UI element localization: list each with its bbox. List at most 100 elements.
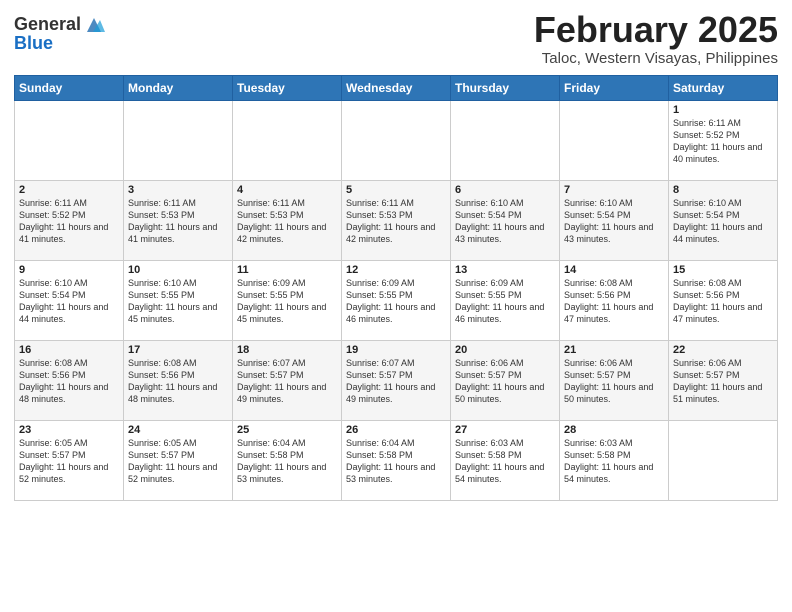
day-number: 25: [237, 424, 337, 436]
day-number: 17: [128, 344, 228, 356]
day-number: 20: [455, 344, 555, 356]
day-number: 24: [128, 424, 228, 436]
weekday-header-friday: Friday: [560, 75, 669, 100]
weekday-header-monday: Monday: [124, 75, 233, 100]
weekday-header-wednesday: Wednesday: [342, 75, 451, 100]
day-number: 18: [237, 344, 337, 356]
day-info: Sunrise: 6:10 AM Sunset: 5:55 PM Dayligh…: [128, 277, 228, 326]
day-cell: 28Sunrise: 6:03 AM Sunset: 5:58 PM Dayli…: [560, 420, 669, 500]
day-number: 3: [128, 184, 228, 196]
day-number: 13: [455, 264, 555, 276]
day-cell: [560, 100, 669, 180]
day-cell: 10Sunrise: 6:10 AM Sunset: 5:55 PM Dayli…: [124, 260, 233, 340]
day-info: Sunrise: 6:11 AM Sunset: 5:53 PM Dayligh…: [346, 197, 446, 246]
day-info: Sunrise: 6:08 AM Sunset: 5:56 PM Dayligh…: [19, 357, 119, 406]
weekday-header-tuesday: Tuesday: [233, 75, 342, 100]
day-number: 28: [564, 424, 664, 436]
day-info: Sunrise: 6:11 AM Sunset: 5:53 PM Dayligh…: [128, 197, 228, 246]
day-info: Sunrise: 6:10 AM Sunset: 5:54 PM Dayligh…: [564, 197, 664, 246]
day-info: Sunrise: 6:06 AM Sunset: 5:57 PM Dayligh…: [673, 357, 773, 406]
weekday-header-thursday: Thursday: [451, 75, 560, 100]
day-number: 27: [455, 424, 555, 436]
day-number: 2: [19, 184, 119, 196]
day-info: Sunrise: 6:09 AM Sunset: 5:55 PM Dayligh…: [346, 277, 446, 326]
day-info: Sunrise: 6:03 AM Sunset: 5:58 PM Dayligh…: [564, 437, 664, 486]
day-cell: 17Sunrise: 6:08 AM Sunset: 5:56 PM Dayli…: [124, 340, 233, 420]
logo-general-text: General: [14, 15, 81, 35]
day-cell: 9Sunrise: 6:10 AM Sunset: 5:54 PM Daylig…: [15, 260, 124, 340]
day-cell: 20Sunrise: 6:06 AM Sunset: 5:57 PM Dayli…: [451, 340, 560, 420]
logo-blue-text: Blue: [14, 34, 105, 54]
week-row-4: 16Sunrise: 6:08 AM Sunset: 5:56 PM Dayli…: [15, 340, 778, 420]
day-number: 16: [19, 344, 119, 356]
day-cell: 8Sunrise: 6:10 AM Sunset: 5:54 PM Daylig…: [669, 180, 778, 260]
day-cell: 23Sunrise: 6:05 AM Sunset: 5:57 PM Dayli…: [15, 420, 124, 500]
day-cell: 24Sunrise: 6:05 AM Sunset: 5:57 PM Dayli…: [124, 420, 233, 500]
day-number: 11: [237, 264, 337, 276]
page: General Blue February 2025 Taloc, Wester…: [0, 0, 792, 612]
day-info: Sunrise: 6:08 AM Sunset: 5:56 PM Dayligh…: [564, 277, 664, 326]
day-cell: 5Sunrise: 6:11 AM Sunset: 5:53 PM Daylig…: [342, 180, 451, 260]
day-cell: 21Sunrise: 6:06 AM Sunset: 5:57 PM Dayli…: [560, 340, 669, 420]
day-cell: [124, 100, 233, 180]
day-cell: 2Sunrise: 6:11 AM Sunset: 5:52 PM Daylig…: [15, 180, 124, 260]
day-number: 26: [346, 424, 446, 436]
day-cell: [451, 100, 560, 180]
weekday-header-saturday: Saturday: [669, 75, 778, 100]
month-title: February 2025: [534, 10, 778, 50]
week-row-3: 9Sunrise: 6:10 AM Sunset: 5:54 PM Daylig…: [15, 260, 778, 340]
day-number: 12: [346, 264, 446, 276]
day-cell: 26Sunrise: 6:04 AM Sunset: 5:58 PM Dayli…: [342, 420, 451, 500]
week-row-5: 23Sunrise: 6:05 AM Sunset: 5:57 PM Dayli…: [15, 420, 778, 500]
day-info: Sunrise: 6:06 AM Sunset: 5:57 PM Dayligh…: [564, 357, 664, 406]
day-cell: 18Sunrise: 6:07 AM Sunset: 5:57 PM Dayli…: [233, 340, 342, 420]
day-number: 22: [673, 344, 773, 356]
day-info: Sunrise: 6:07 AM Sunset: 5:57 PM Dayligh…: [346, 357, 446, 406]
day-info: Sunrise: 6:04 AM Sunset: 5:58 PM Dayligh…: [346, 437, 446, 486]
day-number: 10: [128, 264, 228, 276]
day-cell: 27Sunrise: 6:03 AM Sunset: 5:58 PM Dayli…: [451, 420, 560, 500]
day-info: Sunrise: 6:10 AM Sunset: 5:54 PM Dayligh…: [455, 197, 555, 246]
day-number: 4: [237, 184, 337, 196]
day-number: 19: [346, 344, 446, 356]
day-number: 21: [564, 344, 664, 356]
day-number: 9: [19, 264, 119, 276]
day-info: Sunrise: 6:10 AM Sunset: 5:54 PM Dayligh…: [19, 277, 119, 326]
day-info: Sunrise: 6:04 AM Sunset: 5:58 PM Dayligh…: [237, 437, 337, 486]
weekday-header-row: SundayMondayTuesdayWednesdayThursdayFrid…: [15, 75, 778, 100]
title-area: February 2025 Taloc, Western Visayas, Ph…: [534, 10, 778, 67]
weekday-header-sunday: Sunday: [15, 75, 124, 100]
day-cell: 15Sunrise: 6:08 AM Sunset: 5:56 PM Dayli…: [669, 260, 778, 340]
day-cell: 16Sunrise: 6:08 AM Sunset: 5:56 PM Dayli…: [15, 340, 124, 420]
day-info: Sunrise: 6:10 AM Sunset: 5:54 PM Dayligh…: [673, 197, 773, 246]
calendar-table: SundayMondayTuesdayWednesdayThursdayFrid…: [14, 75, 778, 501]
header: General Blue February 2025 Taloc, Wester…: [14, 10, 778, 67]
logo: General Blue: [14, 14, 105, 54]
day-cell: 13Sunrise: 6:09 AM Sunset: 5:55 PM Dayli…: [451, 260, 560, 340]
day-info: Sunrise: 6:08 AM Sunset: 5:56 PM Dayligh…: [128, 357, 228, 406]
day-info: Sunrise: 6:11 AM Sunset: 5:52 PM Dayligh…: [19, 197, 119, 246]
day-cell: 25Sunrise: 6:04 AM Sunset: 5:58 PM Dayli…: [233, 420, 342, 500]
day-info: Sunrise: 6:08 AM Sunset: 5:56 PM Dayligh…: [673, 277, 773, 326]
day-number: 14: [564, 264, 664, 276]
day-cell: 19Sunrise: 6:07 AM Sunset: 5:57 PM Dayli…: [342, 340, 451, 420]
day-info: Sunrise: 6:03 AM Sunset: 5:58 PM Dayligh…: [455, 437, 555, 486]
day-info: Sunrise: 6:11 AM Sunset: 5:52 PM Dayligh…: [673, 117, 773, 166]
logo-icon: [83, 14, 105, 36]
day-number: 8: [673, 184, 773, 196]
day-cell: [669, 420, 778, 500]
day-info: Sunrise: 6:11 AM Sunset: 5:53 PM Dayligh…: [237, 197, 337, 246]
day-cell: 6Sunrise: 6:10 AM Sunset: 5:54 PM Daylig…: [451, 180, 560, 260]
day-info: Sunrise: 6:05 AM Sunset: 5:57 PM Dayligh…: [128, 437, 228, 486]
day-cell: 12Sunrise: 6:09 AM Sunset: 5:55 PM Dayli…: [342, 260, 451, 340]
day-info: Sunrise: 6:09 AM Sunset: 5:55 PM Dayligh…: [455, 277, 555, 326]
day-number: 1: [673, 104, 773, 116]
week-row-1: 1Sunrise: 6:11 AM Sunset: 5:52 PM Daylig…: [15, 100, 778, 180]
day-cell: 22Sunrise: 6:06 AM Sunset: 5:57 PM Dayli…: [669, 340, 778, 420]
day-cell: 1Sunrise: 6:11 AM Sunset: 5:52 PM Daylig…: [669, 100, 778, 180]
day-number: 7: [564, 184, 664, 196]
day-cell: 4Sunrise: 6:11 AM Sunset: 5:53 PM Daylig…: [233, 180, 342, 260]
day-info: Sunrise: 6:07 AM Sunset: 5:57 PM Dayligh…: [237, 357, 337, 406]
day-cell: 3Sunrise: 6:11 AM Sunset: 5:53 PM Daylig…: [124, 180, 233, 260]
day-number: 15: [673, 264, 773, 276]
